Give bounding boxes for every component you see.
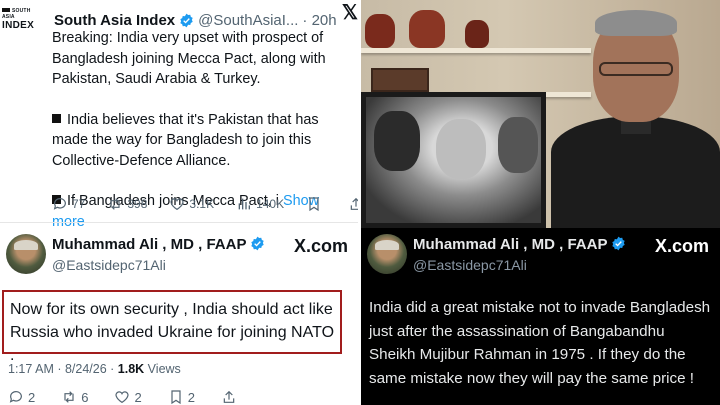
bookmark-button[interactable]: 2 [168, 389, 195, 405]
views-chart-icon [238, 198, 251, 210]
verified-badge-icon [180, 13, 193, 27]
bookmark-button[interactable] [306, 196, 326, 212]
x-logo-icon: 𝕏 [341, 2, 358, 24]
highlighted-tweet-text: Now for its own security , India should … [2, 290, 342, 364]
tweet-time[interactable]: · 20h [302, 12, 336, 29]
vase [365, 14, 395, 48]
tweet-header: South Asia Index @SouthAsiaI... · 20h [10, 10, 350, 30]
black-square-icon [52, 113, 61, 123]
view-count: 1.8K [117, 362, 145, 376]
left-column: SOUTH ASIA INDEX South Asia Index @South… [0, 0, 360, 405]
repost-button[interactable]: 6 [61, 389, 88, 405]
vase [409, 10, 445, 48]
tweet-actions: 2 6 2 2 [8, 389, 267, 405]
views-button[interactable]: 140K [236, 196, 284, 212]
tweet-header: Muhammad Ali , MD , FAAP @Eastsidepc71Al… [6, 234, 356, 278]
reply-button[interactable]: 2 [8, 389, 35, 405]
repost-icon [64, 391, 74, 403]
vase [465, 20, 489, 48]
tweet-header: Muhammad Ali , MD , FAAP @Eastsidepc71Al… [367, 234, 717, 278]
reply-button[interactable]: 77 [52, 196, 85, 212]
tweet-paragraph: Breaking: India very upset with prospect… [52, 30, 326, 87]
share-button[interactable] [221, 389, 241, 405]
author-handle[interactable]: @Eastsidepc71Ali [52, 257, 166, 273]
small-picture-frame [371, 68, 429, 92]
tweet-muhammad-ali-dark[interactable]: Muhammad Ali , MD , FAAP @Eastsidepc71Al… [361, 228, 720, 405]
tweet-text: India did a great mistake not to invade … [369, 299, 711, 387]
tweet-muhammad-ali-nato[interactable]: Muhammad Ali , MD , FAAP @Eastsidepc71Al… [0, 224, 360, 405]
reply-icon [53, 198, 66, 210]
man-in-black-jacket [551, 8, 720, 228]
repost-icon [110, 198, 120, 210]
author-name[interactable]: South Asia Index [54, 12, 175, 29]
tweet-meta: 1:17 AM · 8/24/26 · 1.8K Views [8, 362, 181, 376]
bookmark-icon [309, 197, 319, 212]
like-button[interactable]: 3.1K [169, 196, 214, 212]
heart-icon [115, 391, 130, 404]
heart-icon [170, 198, 184, 211]
author-name[interactable]: Muhammad Ali , MD , FAAP [52, 236, 265, 253]
tweet-actions: 77 398 3.1K 140K [52, 196, 360, 212]
author-handle[interactable]: @Eastsidepc71Ali [413, 257, 527, 273]
tweet-south-asia-index[interactable]: SOUTH ASIA INDEX South Asia Index @South… [0, 0, 360, 230]
author-handle[interactable]: @SouthAsiaI... [198, 12, 298, 29]
bookmark-icon [171, 390, 181, 405]
black-white-portrait-frame [361, 92, 546, 228]
avatar[interactable] [6, 234, 46, 274]
tweet-separator [0, 222, 360, 223]
repost-button[interactable]: 398 [107, 196, 147, 212]
avatar[interactable] [367, 234, 407, 274]
verified-badge-icon [251, 236, 265, 251]
share-icon [223, 390, 235, 403]
x-com-brand: X.com [293, 236, 348, 256]
verified-badge-icon [612, 236, 626, 251]
tweet-timestamp[interactable]: 1:17 AM · 8/24/26 · [8, 362, 118, 376]
like-button[interactable]: 2 [114, 389, 142, 405]
author-name[interactable]: Muhammad Ali , MD , FAAP [413, 236, 626, 253]
tweet-paragraph: India believes that it's Pakistan that h… [52, 111, 319, 169]
reply-icon [9, 391, 22, 403]
x-com-brand: X.com [654, 236, 709, 256]
photo-man-with-portrait [361, 0, 720, 228]
